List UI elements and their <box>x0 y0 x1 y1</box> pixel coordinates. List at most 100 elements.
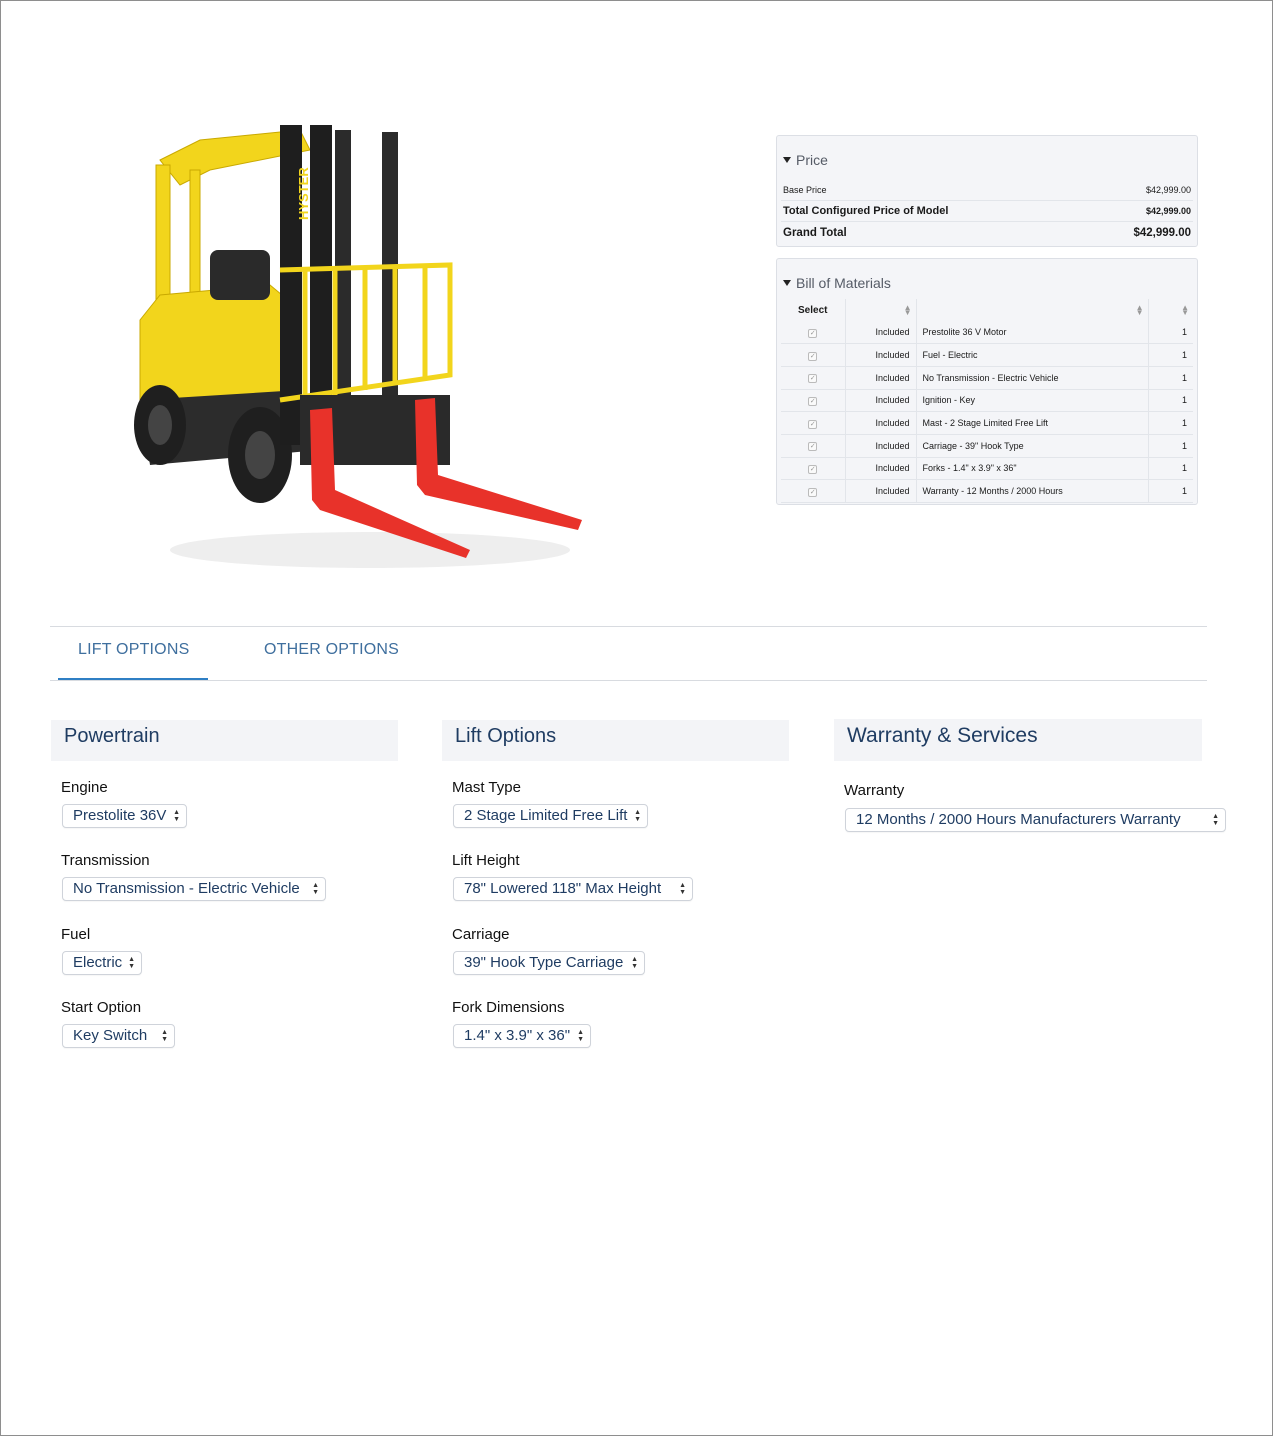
bom-qty: 1 <box>1148 479 1193 503</box>
column-header-status[interactable]: ▲ ▼ <box>845 299 917 321</box>
column-header-select[interactable]: Select <box>781 299 846 321</box>
bom-qty: 1 <box>1148 389 1193 413</box>
brand-label: HYSTER <box>296 167 311 220</box>
price-label: Base Price <box>783 184 827 195</box>
bom-item: No Transmission - Electric Vehicle <box>916 366 1149 390</box>
price-value: $42,999.00 <box>1145 184 1191 195</box>
bom-select-cell: ✓ <box>781 343 846 367</box>
bom-status: Included <box>845 411 917 435</box>
bom-item: Carriage - 39" Hook Type <box>916 434 1149 458</box>
price-label: Total Configured Price of Model <box>783 204 949 217</box>
bom-row: ✓ Included Mast - 2 Stage Limited Free Lif… <box>781 411 1193 435</box>
price-panel: Price Base Price $42,999.00 Total Config… <box>776 135 1198 247</box>
select-arrows-icon: ▲ ▼ <box>173 809 180 823</box>
bom-select-cell: ✓ <box>781 411 846 435</box>
section-header-powertrain: Powertrain <box>51 720 398 761</box>
checkbox[interactable]: ✓ <box>808 464 818 474</box>
tabs-divider-bottom <box>50 680 1207 681</box>
fork-dimensions-select[interactable]: 1.4" x 3.9" x 36" ▲ ▼ <box>453 1024 591 1048</box>
checkbox[interactable]: ✓ <box>808 351 818 361</box>
bom-panel-toggle[interactable]: Bill of Materials <box>783 275 891 291</box>
lift-height-label: Lift Height <box>452 852 520 869</box>
checkbox[interactable]: ✓ <box>808 487 818 497</box>
warranty-label: Warranty <box>844 782 905 799</box>
bom-qty: 1 <box>1148 411 1193 435</box>
select-arrows-icon: ▲ ▼ <box>128 956 135 970</box>
caret-down-icon <box>783 157 791 163</box>
bom-status: Included <box>845 457 917 481</box>
sort-icon[interactable]: ▲ ▼ <box>1136 304 1144 317</box>
bom-row: ✓ Included No Transmission - Electric Vehi… <box>781 366 1193 390</box>
bom-qty: 1 <box>1148 434 1193 458</box>
bom-row: ✓ Included Fuel - Electric 1 <box>781 343 1193 367</box>
engine-select[interactable]: Prestolite 36V ▲ ▼ <box>62 804 187 828</box>
bom-select-cell: ✓ <box>781 434 846 458</box>
bom-select-cell: ✓ <box>781 321 846 345</box>
warranty-select[interactable]: 12 Months / 2000 Hours Manufacturers War… <box>845 808 1226 832</box>
start-option-label: Start Option <box>61 999 142 1016</box>
bom-qty: 1 <box>1148 343 1193 367</box>
price-title: Price <box>796 152 828 168</box>
select-arrows-icon: ▲ ▼ <box>312 882 319 896</box>
select-arrows-icon: ▲ ▼ <box>631 956 638 970</box>
bom-panel: Bill of Materials Select ▲ ▼ ▲ ▼ ▲ ▼ ✓ Inclu… <box>776 258 1198 505</box>
price-row-grand-total: Grand Total $42,999.00 <box>781 222 1193 244</box>
engine-label: Engine <box>61 779 108 796</box>
bom-row: ✓ Included Forks - 1.4" x 3.9" x 36" 1 <box>781 457 1193 481</box>
fuel-select[interactable]: Electric ▲ ▼ <box>62 951 142 975</box>
bom-qty: 1 <box>1148 321 1193 345</box>
bom-row: ✓ Included Prestolite 36 V Motor 1 <box>781 321 1193 345</box>
caret-down-icon <box>783 280 791 286</box>
start-option-select[interactable]: Key Switch ▲ ▼ <box>62 1024 175 1048</box>
bom-qty: 1 <box>1148 457 1193 481</box>
price-label: Grand Total <box>783 227 847 239</box>
tab-other-options[interactable]: OTHER OPTIONS <box>264 641 399 659</box>
checkbox[interactable]: ✓ <box>808 374 818 384</box>
bom-item: Warranty - 12 Months / 2000 Hours <box>916 479 1149 503</box>
carriage-select[interactable]: 39" Hook Type Carriage ▲ ▼ <box>453 951 645 975</box>
sort-icon[interactable]: ▲ ▼ <box>904 304 912 317</box>
fuel-label: Fuel <box>61 926 91 943</box>
price-panel-toggle[interactable]: Price <box>783 152 828 168</box>
checkbox[interactable]: ✓ <box>808 396 818 406</box>
bom-status: Included <box>845 389 917 413</box>
select-arrows-icon: ▲ ▼ <box>634 809 641 823</box>
bom-row: ✓ Included Warranty - 12 Months / 2000 Hou… <box>781 479 1193 503</box>
column-header-qty[interactable]: ▲ ▼ <box>1148 299 1193 321</box>
bom-status: Included <box>845 366 917 390</box>
bom-qty: 1 <box>1148 366 1193 390</box>
checkbox[interactable]: ✓ <box>808 328 818 338</box>
bom-item: Fuel - Electric <box>916 343 1149 367</box>
sort-icon[interactable]: ▲ ▼ <box>1181 304 1189 317</box>
price-value: $42,999.00 <box>1133 227 1191 239</box>
mast-type-label: Mast Type <box>452 779 521 796</box>
select-arrows-icon: ▲ ▼ <box>679 882 686 896</box>
checkbox[interactable]: ✓ <box>808 419 818 429</box>
bom-select-cell: ✓ <box>781 479 846 503</box>
price-row-base: Base Price $42,999.00 <box>781 179 1193 201</box>
checkbox[interactable]: ✓ <box>808 442 818 452</box>
mast-type-select[interactable]: 2 Stage Limited Free Lift ▲ ▼ <box>453 804 648 828</box>
bom-item: Mast - 2 Stage Limited Free Lift <box>916 411 1149 435</box>
transmission-select[interactable]: No Transmission - Electric Vehicle ▲ ▼ <box>62 877 326 901</box>
select-arrows-icon: ▲ ▼ <box>1212 813 1219 827</box>
column-header-item[interactable]: ▲ ▼ <box>916 299 1149 321</box>
bom-item: Ignition - Key <box>916 389 1149 413</box>
forklift-product-image: HYSTER <box>134 125 582 568</box>
select-arrows-icon: ▲ ▼ <box>577 1029 584 1043</box>
transmission-label: Transmission <box>61 852 150 869</box>
bom-status: Included <box>845 479 917 503</box>
bom-item: Prestolite 36 V Motor <box>916 321 1149 345</box>
carriage-label: Carriage <box>452 926 510 943</box>
bom-status: Included <box>845 321 917 345</box>
bom-item: Forks - 1.4" x 3.9" x 36" <box>916 457 1149 481</box>
tab-lift-options[interactable]: LIFT OPTIONS <box>78 641 189 659</box>
lift-height-select[interactable]: 78" Lowered 118" Max Height ▲ ▼ <box>453 877 693 901</box>
bom-status: Included <box>845 343 917 367</box>
bom-status: Included <box>845 434 917 458</box>
section-header-warranty-services: Warranty & Services <box>834 719 1202 761</box>
bom-row: ✓ Included Ignition - Key 1 <box>781 389 1193 413</box>
tabs-divider-top <box>50 626 1207 627</box>
bom-select-cell: ✓ <box>781 457 846 481</box>
price-value: $42,999.00 <box>1145 205 1191 216</box>
